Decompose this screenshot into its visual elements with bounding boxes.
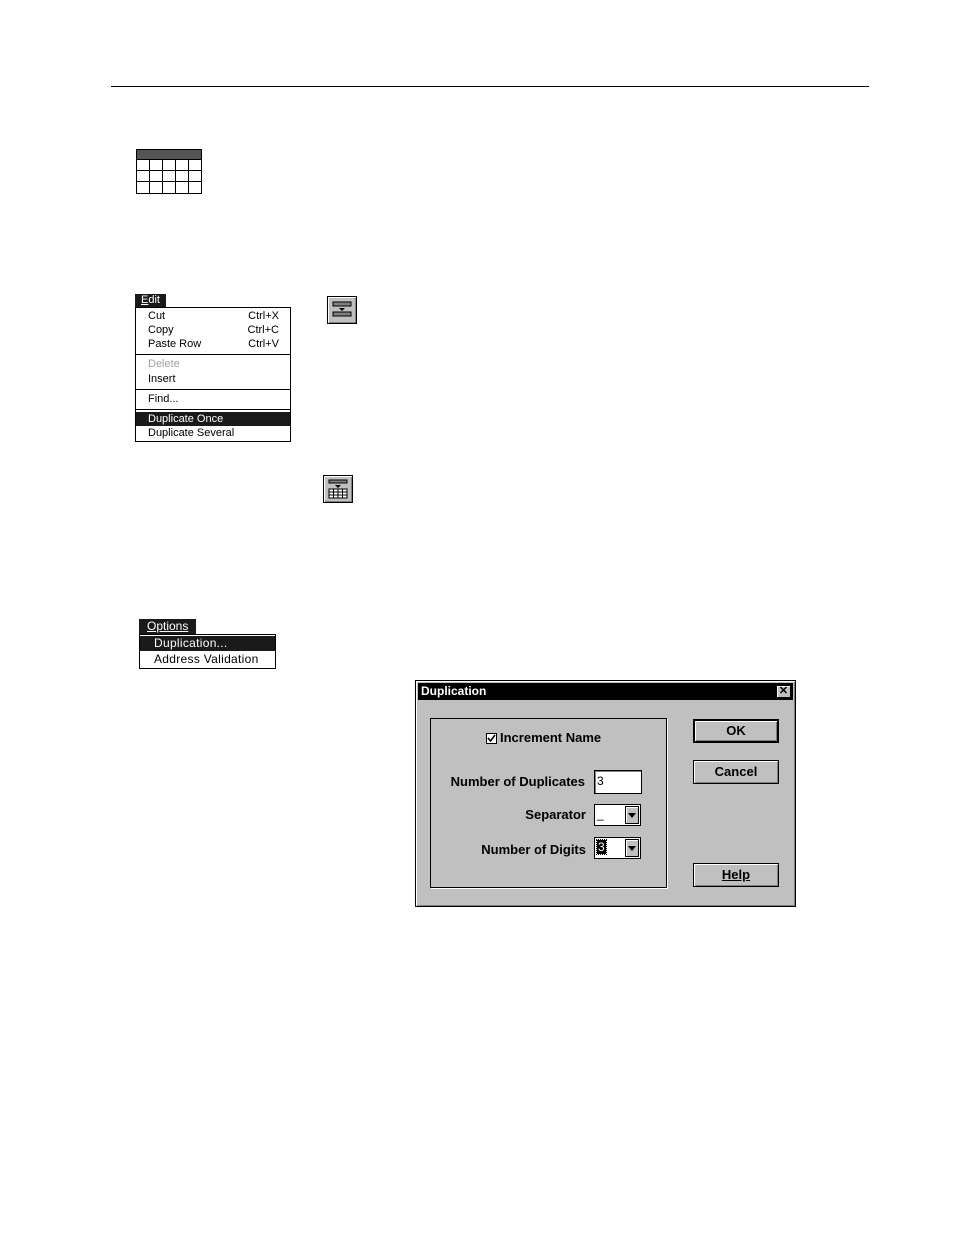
- dialog-title: Duplication: [421, 684, 487, 698]
- edit-menu-title[interactable]: Edit: [135, 294, 166, 307]
- options-group: Increment Name Number of Duplicates 3 Se…: [430, 718, 667, 888]
- ok-button[interactable]: OK: [693, 719, 779, 743]
- checkmark-icon: [487, 734, 496, 743]
- menu-item-paste-row[interactable]: Paste Row Ctrl+V: [136, 337, 290, 351]
- options-menu-dropdown: Duplication... Address Validation: [139, 634, 276, 669]
- menu-item-insert[interactable]: Insert: [136, 372, 290, 386]
- menu-item-duplicate-several[interactable]: Duplicate Several: [136, 426, 290, 440]
- dropdown-arrow-icon[interactable]: [625, 839, 639, 857]
- header-rule: [111, 86, 869, 87]
- menu-item-copy[interactable]: Copy Ctrl+C: [136, 323, 290, 337]
- options-menu-title[interactable]: Options: [139, 619, 197, 634]
- edit-menu-dropdown: Cut Ctrl+X Copy Ctrl+C Paste Row Ctrl+V Del…: [135, 307, 291, 442]
- menu-item-find[interactable]: Find...: [136, 392, 290, 406]
- increment-name-label: Increment Name: [500, 730, 602, 745]
- dropdown-arrow-icon[interactable]: [625, 806, 639, 824]
- duplicate-once-toolbar-icon[interactable]: [327, 296, 357, 324]
- num-digits-value: 3: [596, 839, 607, 855]
- menu-item-delete: Delete: [148, 358, 180, 370]
- num-digits-label: Number of Digits: [481, 842, 586, 857]
- dialog-titlebar: Duplication ✕: [418, 683, 793, 700]
- separator-value: _: [597, 807, 604, 821]
- menu-separator: [136, 409, 290, 410]
- duplication-dialog: Duplication ✕ Increment Name Number of D…: [415, 680, 796, 907]
- close-icon[interactable]: ✕: [776, 685, 791, 698]
- cancel-button[interactable]: Cancel: [693, 760, 779, 784]
- separator-dropdown[interactable]: _: [594, 804, 641, 826]
- num-digits-dropdown[interactable]: 3: [594, 837, 641, 859]
- menu-separator: [136, 389, 290, 390]
- help-button[interactable]: Help: [693, 863, 779, 887]
- duplicate-several-toolbar-icon[interactable]: [323, 475, 353, 503]
- num-duplicates-input[interactable]: 3: [594, 770, 642, 794]
- num-duplicates-label: Number of Duplicates: [450, 774, 585, 789]
- table-icon: [136, 149, 202, 194]
- menu-item-address-validation[interactable]: Address Validation: [140, 652, 275, 667]
- menu-item-cut[interactable]: Cut Ctrl+X: [136, 309, 290, 323]
- menu-item-duplicate-once[interactable]: Duplicate Once: [136, 412, 290, 426]
- separator-label: Separator: [525, 807, 586, 822]
- menu-separator: [136, 354, 290, 355]
- increment-name-checkbox[interactable]: [486, 733, 497, 744]
- menu-item-duplication[interactable]: Duplication...: [140, 636, 275, 651]
